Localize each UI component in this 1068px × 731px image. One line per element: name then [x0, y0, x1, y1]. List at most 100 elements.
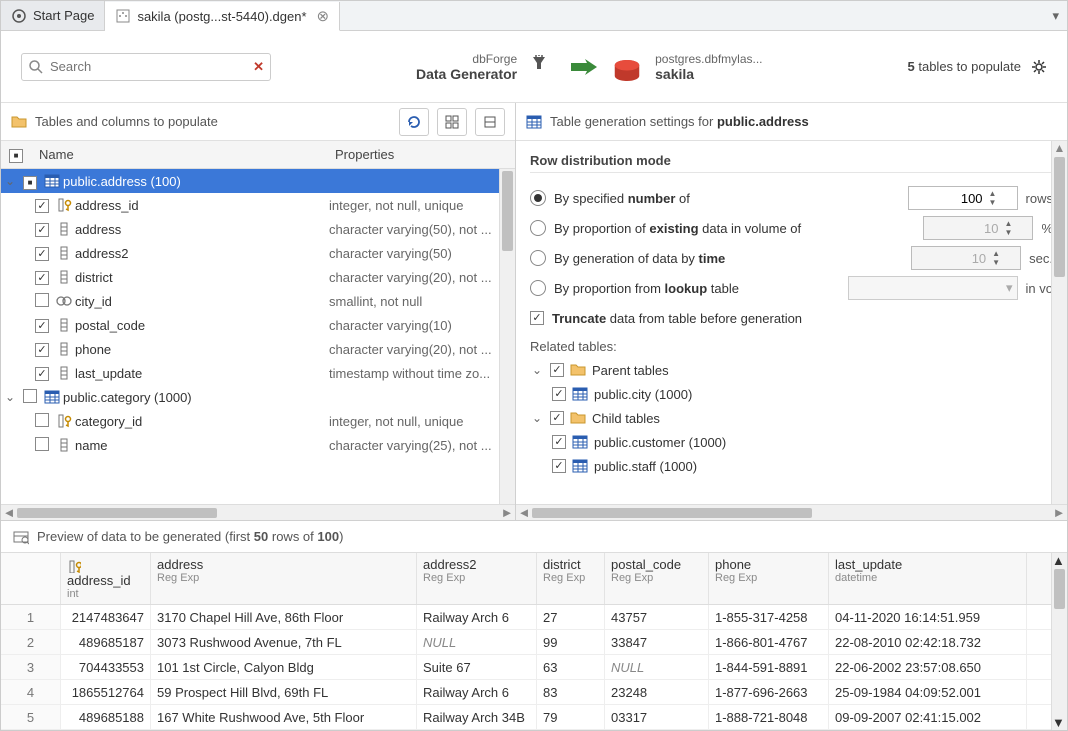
column-row[interactable]: address2character varying(50)	[1, 241, 515, 265]
scroll-up-icon[interactable]: ▲	[1052, 553, 1067, 568]
row-checkbox[interactable]	[552, 387, 566, 401]
data-cell[interactable]: 1-855-317-4258	[709, 605, 829, 629]
data-cell[interactable]: 79	[537, 705, 605, 729]
scrollbar-thumb[interactable]	[532, 508, 812, 518]
col-header-properties[interactable]: Properties	[335, 147, 515, 162]
col-header-name[interactable]: Name	[31, 147, 335, 162]
data-cell[interactable]: 27	[537, 605, 605, 629]
col-header[interactable]: last_updatedatetime	[829, 553, 1027, 604]
scrollbar-thumb[interactable]	[17, 508, 217, 518]
col-header[interactable]: districtReg Exp	[537, 553, 605, 604]
data-cell[interactable]: Railway Arch 6	[417, 680, 537, 704]
column-row[interactable]: phonecharacter varying(20), not ...	[1, 337, 515, 361]
preview-vertical-scrollbar[interactable]: ▲ ▼	[1051, 553, 1067, 730]
data-cell[interactable]: 489685188	[61, 705, 151, 729]
data-cell[interactable]: 09-09-2007 02:41:15.002	[829, 705, 1027, 729]
column-row[interactable]: districtcharacter varying(20), not ...	[1, 265, 515, 289]
scrollbar-thumb[interactable]	[1054, 157, 1065, 277]
preview-row[interactable]: 3704433553101 1st Circle, Calyon BldgSui…	[1, 655, 1067, 680]
data-cell[interactable]: NULL	[417, 630, 537, 654]
column-row[interactable]: namecharacter varying(25), not ...	[1, 433, 515, 457]
data-cell[interactable]: 704433553	[61, 655, 151, 679]
row-checkbox[interactable]	[35, 199, 49, 213]
related-table-row[interactable]: public.customer (1000)	[530, 430, 1053, 454]
settings-horizontal-scrollbar[interactable]: ◄ ►	[516, 504, 1067, 520]
preview-row[interactable]: 4186551276459 Prospect Hill Blvd, 69th F…	[1, 680, 1067, 705]
tree-vertical-scrollbar[interactable]	[499, 169, 515, 504]
data-cell[interactable]: 3073 Rushwood Avenue, 7th FL	[151, 630, 417, 654]
data-cell[interactable]: 1865512764	[61, 680, 151, 704]
tabs-dropdown[interactable]: ▾	[1044, 8, 1067, 24]
preview-row[interactable]: 5489685188167 White Rushwood Ave, 5th Fl…	[1, 705, 1067, 730]
data-cell[interactable]: 22-06-2002 23:57:08.650	[829, 655, 1027, 679]
close-icon[interactable]: ⊗	[317, 7, 330, 25]
row-checkbox[interactable]	[35, 343, 49, 357]
related-group[interactable]: ⌄Child tables	[530, 406, 1053, 430]
column-row[interactable]: address_idinteger, not null, unique	[1, 193, 515, 217]
related-table-row[interactable]: public.city (1000)	[530, 382, 1053, 406]
scroll-right-icon[interactable]: ►	[499, 505, 515, 520]
scrollbar-thumb[interactable]	[502, 171, 513, 251]
row-checkbox[interactable]	[35, 437, 49, 451]
group-checkbox[interactable]	[550, 363, 564, 377]
data-cell[interactable]: 3170 Chapel Hill Ave, 86th Floor	[151, 605, 417, 629]
column-row[interactable]: last_updatetimestamp without time zo...	[1, 361, 515, 385]
column-row[interactable]: category_idinteger, not null, unique	[1, 409, 515, 433]
col-header[interactable]: phoneReg Exp	[709, 553, 829, 604]
row-checkbox[interactable]	[35, 319, 49, 333]
data-cell[interactable]: 1-888-721-8048	[709, 705, 829, 729]
row-checkbox[interactable]	[35, 293, 49, 307]
caret-icon[interactable]: ⌄	[530, 363, 544, 377]
data-cell[interactable]: 59 Prospect Hill Blvd, 69th FL	[151, 680, 417, 704]
caret-icon[interactable]: ⌄	[1, 390, 19, 404]
row-checkbox[interactable]	[23, 176, 37, 190]
row-checkbox[interactable]	[35, 271, 49, 285]
data-cell[interactable]: Suite 67	[417, 655, 537, 679]
data-cell[interactable]: Railway Arch 6	[417, 605, 537, 629]
select-all-checkbox[interactable]	[9, 149, 23, 163]
row-checkbox[interactable]	[35, 247, 49, 261]
radio-by-lookup[interactable]	[530, 280, 546, 296]
column-row[interactable]: addresscharacter varying(50), not ...	[1, 217, 515, 241]
radio-by-time[interactable]	[530, 250, 546, 266]
data-cell[interactable]: 43757	[605, 605, 709, 629]
preview-row[interactable]: 121474836473170 Chapel Hill Ave, 86th Fl…	[1, 605, 1067, 630]
col-header[interactable]: postal_codeReg Exp	[605, 553, 709, 604]
refresh-button[interactable]	[399, 108, 429, 136]
row-checkbox[interactable]	[23, 389, 37, 403]
column-row[interactable]: postal_codecharacter varying(10)	[1, 313, 515, 337]
row-checkbox[interactable]	[35, 367, 49, 381]
data-cell[interactable]: 1-877-696-2663	[709, 680, 829, 704]
row-checkbox[interactable]	[552, 435, 566, 449]
search-box[interactable]: ✕	[21, 53, 271, 81]
tab-start-page[interactable]: Start Page	[1, 1, 105, 30]
data-cell[interactable]: 04-11-2020 16:14:51.959	[829, 605, 1027, 629]
caret-icon[interactable]: ⌄	[1, 174, 19, 188]
row-checkbox[interactable]	[35, 413, 49, 427]
data-cell[interactable]: 33847	[605, 630, 709, 654]
row-checkbox[interactable]	[35, 223, 49, 237]
data-cell[interactable]: NULL	[605, 655, 709, 679]
data-cell[interactable]: 2147483647	[61, 605, 151, 629]
rows-input[interactable]	[909, 191, 989, 206]
settings-button[interactable]	[1031, 58, 1047, 75]
search-input[interactable]	[50, 59, 247, 74]
scroll-up-icon[interactable]: ▲	[1052, 141, 1067, 157]
col-header[interactable]: address_idint	[61, 553, 151, 604]
scroll-left-icon[interactable]: ◄	[1, 505, 17, 520]
column-row[interactable]: city_idsmallint, not null	[1, 289, 515, 313]
table-row[interactable]: ⌄public.address (100)	[1, 169, 515, 193]
preview-row[interactable]: 24896851873073 Rushwood Avenue, 7th FLNU…	[1, 630, 1067, 655]
data-cell[interactable]: 489685187	[61, 630, 151, 654]
tree-horizontal-scrollbar[interactable]: ◄ ►	[1, 504, 515, 520]
truncate-checkbox[interactable]	[530, 311, 544, 325]
spinner[interactable]: ▲▼	[989, 189, 1003, 207]
col-header[interactable]: address2Reg Exp	[417, 553, 537, 604]
data-cell[interactable]: 1-844-591-8891	[709, 655, 829, 679]
clear-search-icon[interactable]: ✕	[253, 59, 264, 75]
data-cell[interactable]: Railway Arch 34B	[417, 705, 537, 729]
radio-by-number[interactable]	[530, 190, 546, 206]
scroll-left-icon[interactable]: ◄	[516, 505, 532, 520]
scroll-right-icon[interactable]: ►	[1051, 505, 1067, 520]
data-cell[interactable]: 99	[537, 630, 605, 654]
